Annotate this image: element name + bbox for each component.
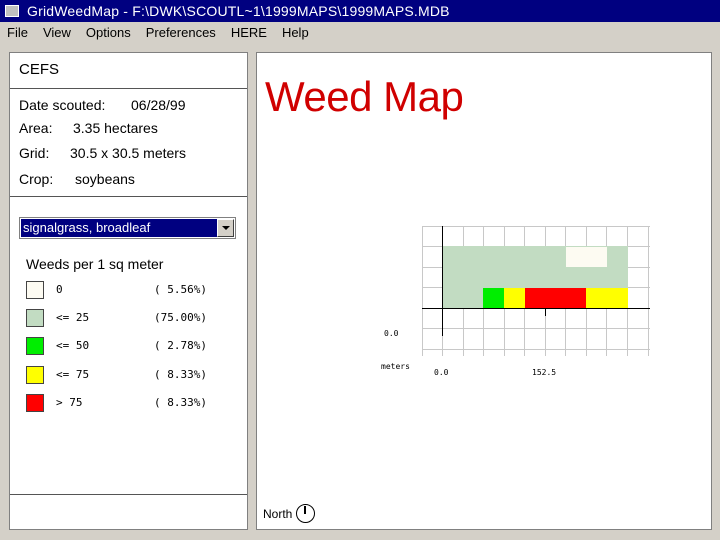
legend-range: <= 75	[56, 368, 90, 381]
legend-percent: (75.00%)	[154, 311, 207, 324]
legend-swatch	[26, 281, 44, 299]
weed-map-grid[interactable]	[422, 226, 650, 356]
map-cell	[525, 288, 586, 308]
legend-percent: ( 2.78%)	[154, 339, 207, 352]
grid-row: Grid: 30.5 x 30.5 meters	[19, 145, 186, 161]
units-label: meters	[381, 362, 410, 371]
legend-item: <= 25 (75.00%)	[26, 309, 236, 329]
legend-item: <= 50 ( 2.78%)	[26, 337, 236, 357]
grid-label: Grid:	[19, 145, 50, 161]
menu-preferences[interactable]: Preferences	[139, 22, 224, 44]
legend-item: 0 ( 5.56%)	[26, 281, 236, 301]
legend-swatch	[26, 309, 44, 327]
chevron-down-icon[interactable]	[217, 219, 234, 237]
menu-file[interactable]: File	[0, 22, 36, 44]
legend-swatch	[26, 337, 44, 355]
legend-range: <= 25	[56, 311, 90, 324]
grid-line	[422, 328, 650, 329]
legend-percent: ( 8.33%)	[154, 396, 207, 409]
map-panel: Weed Map 0.0 meters 0.0 152.5 North	[256, 52, 712, 530]
legend-range: 0	[56, 283, 63, 296]
date-row: Date scouted: 06/28/99	[19, 97, 186, 113]
legend-item: <= 75 ( 8.33%)	[26, 366, 236, 386]
legend-swatch	[26, 366, 44, 384]
legend-range: <= 50	[56, 339, 90, 352]
compass-icon	[296, 504, 316, 523]
x-tick-label: 152.5	[532, 368, 557, 377]
x-tick-label: 0.0	[434, 368, 449, 377]
grid-line	[422, 349, 650, 350]
grid-value: 30.5 x 30.5 meters	[70, 145, 186, 161]
legend-title: Weeds per 1 sq meter	[26, 256, 164, 272]
crop-value: soybeans	[75, 171, 135, 187]
weed-species-selected[interactable]: signalgrass, broadleaf	[21, 219, 217, 237]
x-tick	[545, 308, 546, 316]
title-bar: GridWeedMap - F:\DWK\SCOUTL~1\1999MAPS\1…	[0, 0, 720, 22]
crop-row: Crop: soybeans	[19, 171, 135, 187]
map-cell	[504, 288, 525, 308]
area-row: Area: 3.35 hectares	[19, 120, 158, 136]
legend-swatch	[26, 394, 44, 412]
map-title: Weed Map	[265, 73, 464, 120]
legend-item: > 75 ( 8.33%)	[26, 394, 236, 414]
area-value: 3.35 hectares	[73, 120, 158, 136]
app-icon[interactable]	[5, 5, 19, 17]
legend-percent: ( 5.56%)	[154, 283, 207, 296]
x-axis	[422, 308, 650, 309]
grid-line	[422, 226, 650, 227]
north-label: North	[263, 506, 293, 521]
menu-view[interactable]: View	[36, 22, 79, 44]
menu-help[interactable]: Help	[275, 22, 317, 44]
north-indicator: North	[263, 504, 316, 523]
y-axis	[442, 226, 443, 336]
date-label: Date scouted:	[19, 97, 106, 113]
field-info-panel: CEFS Date scouted: 06/28/99 Area: 3.35 h…	[9, 52, 248, 530]
divider	[10, 88, 247, 89]
window-title: GridWeedMap - F:\DWK\SCOUTL~1\1999MAPS\1…	[27, 3, 450, 19]
divider	[10, 196, 247, 197]
menu-here[interactable]: HERE	[224, 22, 275, 44]
map-cell	[566, 247, 607, 267]
y-axis-label: 0.0	[384, 329, 399, 338]
legend-range: > 75	[56, 396, 83, 409]
area-label: Area:	[19, 120, 53, 136]
crop-label: Crop:	[19, 171, 54, 187]
weed-species-dropdown[interactable]: signalgrass, broadleaf	[19, 217, 236, 239]
divider	[10, 494, 247, 495]
menu-bar: File View Options Preferences HERE Help	[0, 22, 720, 44]
menu-options[interactable]: Options	[79, 22, 139, 44]
map-cell	[483, 288, 504, 308]
date-value: 06/28/99	[131, 97, 186, 113]
field-name: CEFS	[19, 61, 60, 78]
map-cell	[586, 288, 628, 308]
legend-percent: ( 8.33%)	[154, 368, 207, 381]
